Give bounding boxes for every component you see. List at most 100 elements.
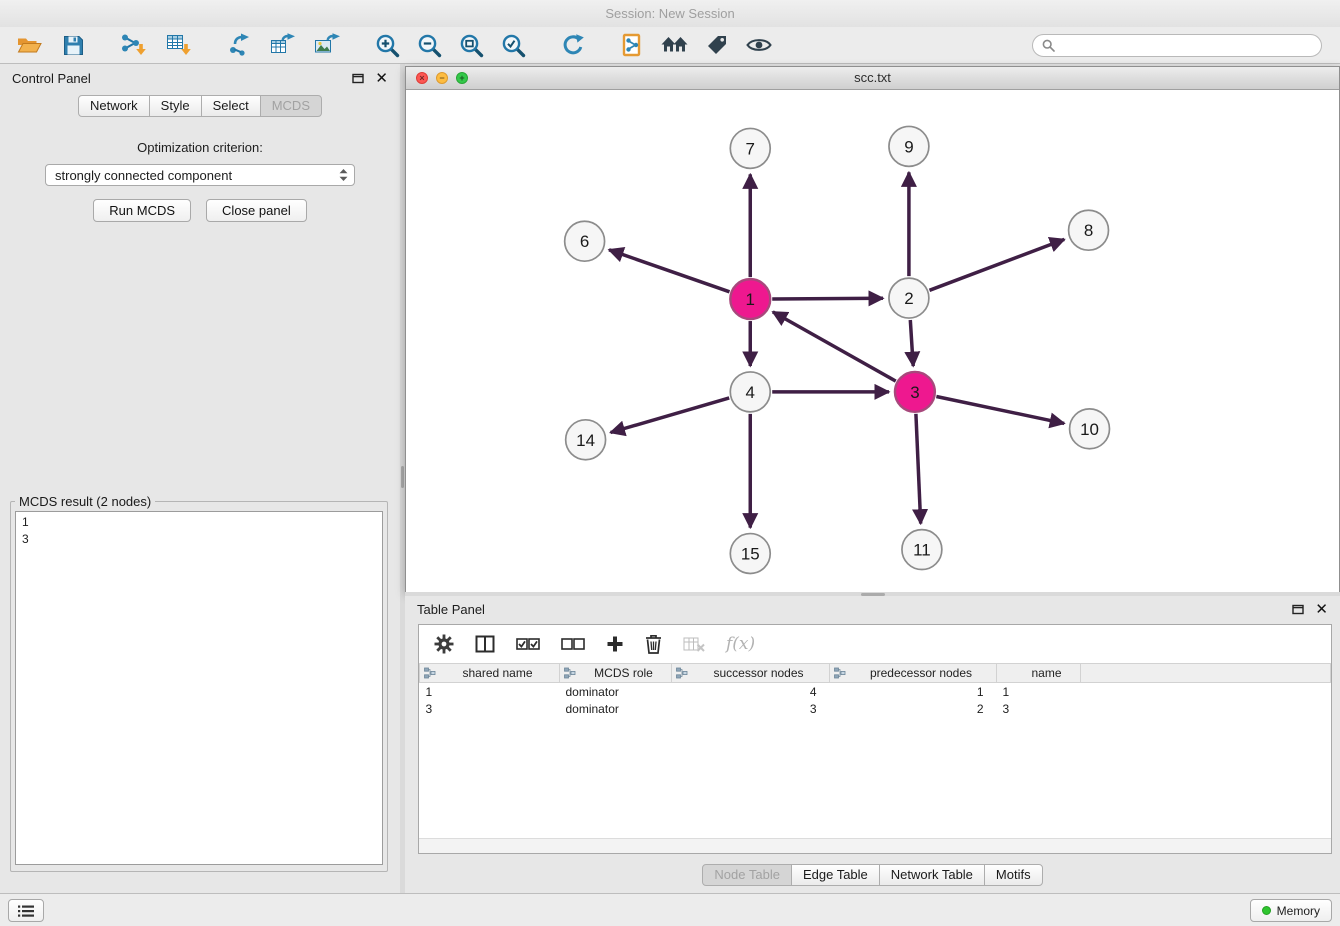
- control-panel-header: Control Panel ✕: [0, 64, 400, 92]
- mcds-result-box: MCDS result (2 nodes) 13: [10, 494, 388, 872]
- mcds-result-item[interactable]: 1: [16, 514, 382, 531]
- table-cell[interactable]: dominator: [560, 683, 672, 701]
- table-cell[interactable]: 1: [420, 683, 560, 701]
- show-hide-button[interactable]: [742, 30, 776, 60]
- open-folder-icon: [17, 35, 42, 55]
- close-table-panel-icon[interactable]: ✕: [1315, 602, 1328, 617]
- zoom-in-icon: [375, 33, 400, 58]
- select-all-icon[interactable]: [516, 637, 540, 651]
- clone-network-button[interactable]: [616, 30, 650, 60]
- mcds-result-item[interactable]: 3: [16, 531, 382, 548]
- column-attribute-icon: [834, 667, 846, 679]
- export-table-icon: [270, 33, 296, 57]
- tab-motifs[interactable]: Motifs: [984, 864, 1043, 886]
- main-toolbar: [0, 27, 1340, 64]
- eye-icon: [746, 36, 772, 54]
- control-panel: Control Panel ✕ Network Style Select MCD…: [0, 64, 400, 894]
- search-input[interactable]: [1060, 37, 1312, 53]
- add-column-icon[interactable]: [606, 635, 624, 653]
- graph-edge-4-14[interactable]: [611, 398, 730, 433]
- zoom-in-button[interactable]: [370, 30, 404, 60]
- show-columns-icon[interactable]: [475, 635, 495, 653]
- column-attribute-icon: [424, 667, 436, 679]
- save-icon: [63, 35, 84, 56]
- table-cell[interactable]: 3: [672, 700, 830, 717]
- zoom-selected-button[interactable]: [496, 30, 530, 60]
- memory-button[interactable]: Memory: [1250, 899, 1332, 922]
- table-settings-gear-icon[interactable]: [434, 634, 454, 654]
- task-history-button[interactable]: [8, 899, 44, 922]
- column-header-name[interactable]: name: [997, 664, 1081, 683]
- control-panel-title: Control Panel: [12, 71, 91, 86]
- home-view-button[interactable]: [658, 30, 692, 60]
- export-network-button[interactable]: [222, 30, 256, 60]
- graph-edge-2-8[interactable]: [929, 239, 1064, 290]
- memory-label: Memory: [1277, 904, 1320, 918]
- graph-edge-1-2[interactable]: [772, 298, 883, 299]
- column-header-successor-nodes[interactable]: successor nodes: [672, 664, 830, 683]
- network-window-title: scc.txt: [406, 70, 1339, 85]
- network-window-titlebar[interactable]: × − + scc.txt: [406, 67, 1339, 90]
- save-session-button[interactable]: [56, 30, 90, 60]
- graph-node-label: 4: [746, 383, 755, 402]
- float-window-icon[interactable]: [352, 73, 364, 84]
- zoom-fit-icon: [459, 33, 484, 58]
- graph-node-label: 9: [904, 137, 913, 156]
- table-cell[interactable]: dominator: [560, 700, 672, 717]
- graph-edge-1-6[interactable]: [609, 250, 729, 292]
- tab-network-table[interactable]: Network Table: [879, 864, 985, 886]
- open-session-button[interactable]: [12, 30, 46, 60]
- network-canvas[interactable]: 7968124314101511: [406, 90, 1339, 593]
- export-image-icon: [314, 33, 340, 57]
- table-row[interactable]: 3dominator323: [420, 700, 1331, 717]
- table-panel-header: Table Panel ✕: [405, 596, 1340, 622]
- tab-select[interactable]: Select: [201, 95, 261, 117]
- tab-network[interactable]: Network: [78, 95, 150, 117]
- zoom-out-icon: [417, 33, 442, 58]
- import-table-button[interactable]: [162, 30, 196, 60]
- table-cell[interactable]: 2: [830, 700, 997, 717]
- deselect-all-icon[interactable]: [561, 637, 585, 651]
- column-header-shared-name[interactable]: shared name: [420, 664, 560, 683]
- zoom-fit-button[interactable]: [454, 30, 488, 60]
- apply-layout-button[interactable]: [556, 30, 590, 60]
- network-view-window: × − + scc.txt 7968124314101511: [405, 66, 1340, 592]
- table-cell[interactable]: 3: [997, 700, 1081, 717]
- table-row[interactable]: 1dominator411: [420, 683, 1331, 701]
- table-cell[interactable]: 4: [672, 683, 830, 701]
- close-panel-icon[interactable]: ✕: [375, 71, 388, 86]
- tab-edge-table[interactable]: Edge Table: [791, 864, 880, 886]
- import-table-icon: [166, 33, 192, 57]
- mcds-result-list[interactable]: 13: [15, 511, 383, 865]
- table-cell[interactable]: 1: [830, 683, 997, 701]
- search-icon: [1042, 39, 1055, 52]
- export-image-button[interactable]: [310, 30, 344, 60]
- tab-style[interactable]: Style: [149, 95, 202, 117]
- table-cell[interactable]: 3: [420, 700, 560, 717]
- column-header-mcds-role[interactable]: MCDS role: [560, 664, 672, 683]
- annotations-button[interactable]: [700, 30, 734, 60]
- export-table-button[interactable]: [266, 30, 300, 60]
- criterion-dropdown[interactable]: strongly connected component: [45, 164, 355, 186]
- close-panel-button[interactable]: Close panel: [206, 199, 307, 222]
- table-cell[interactable]: 1: [997, 683, 1081, 701]
- graph-edge-3-10[interactable]: [936, 396, 1064, 423]
- graph-edge-2-3[interactable]: [910, 320, 913, 366]
- table-cell-filler: [1081, 683, 1331, 701]
- table-horizontal-scrollbar[interactable]: [419, 838, 1331, 853]
- run-mcds-button[interactable]: Run MCDS: [93, 199, 191, 222]
- import-network-button[interactable]: [116, 30, 150, 60]
- zoom-out-button[interactable]: [412, 30, 446, 60]
- tab-mcds[interactable]: MCDS: [260, 95, 322, 117]
- criterion-value: strongly connected component: [55, 168, 337, 183]
- graph-edge-3-1[interactable]: [773, 312, 896, 381]
- search-field[interactable]: [1032, 34, 1322, 57]
- import-network-icon: [120, 33, 146, 57]
- column-header-predecessor-nodes[interactable]: predecessor nodes: [830, 664, 997, 683]
- control-panel-tabbar: Network Style Select MCDS: [78, 95, 322, 117]
- float-table-icon[interactable]: [1292, 604, 1304, 615]
- delete-column-icon[interactable]: [645, 634, 662, 654]
- tab-node-table[interactable]: Node Table: [702, 864, 792, 886]
- table-cell-filler: [1081, 700, 1331, 717]
- graph-edge-3-11[interactable]: [916, 414, 921, 524]
